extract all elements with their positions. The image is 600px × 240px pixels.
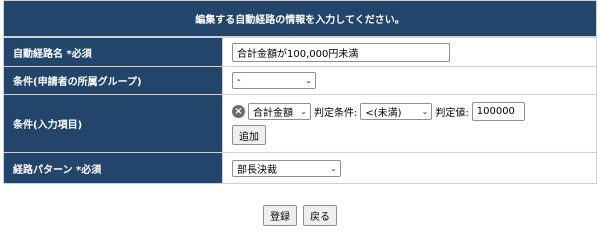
condition-group-selected: -	[237, 75, 241, 86]
judge-condition-label: 判定条件:	[314, 108, 358, 119]
condition-field-selected: 合計金額	[253, 108, 293, 119]
chevron-down-icon: ⌄	[305, 76, 312, 85]
route-pattern-selected: 部長決裁	[237, 164, 277, 176]
row-route-name: 自動経路名 *必須	[3, 37, 597, 67]
chevron-down-icon: ⌄	[330, 163, 337, 173]
condition-line: × 合計金額 ⌄ 判定条件: <(未満) ⌄ 判定値:	[232, 102, 596, 121]
route-edit-form: 編集する自動経路の情報を入力してください。 自動経路名 *必須 条件(申請者の所…	[3, 0, 597, 184]
row-route-pattern: 経路パターン *必須 部長決裁 ⌄	[3, 152, 597, 184]
route-name-label: 自動経路名 *必須	[3, 37, 223, 67]
chevron-down-icon: ⌄	[300, 107, 307, 116]
form-table: 自動経路名 *必須 条件(申請者の所属グループ) - ⌄ 条件(入力項目) × …	[3, 37, 597, 184]
form-header-title: 編集する自動経路の情報を入力してください。	[195, 15, 405, 26]
chevron-down-icon: ⌄	[421, 107, 429, 116]
route-pattern-label: 経路パターン *必須	[3, 152, 223, 184]
route-name-input[interactable]	[232, 42, 450, 62]
back-button[interactable]: 戻る	[303, 205, 337, 226]
judge-value-input[interactable]	[471, 102, 525, 121]
route-pattern-select[interactable]: 部長決裁 ⌄	[232, 159, 341, 177]
row-condition-group: 条件(申請者の所属グループ) - ⌄	[3, 66, 597, 95]
remove-condition-icon[interactable]: ×	[232, 105, 245, 118]
add-condition-button[interactable]: 追加	[232, 125, 266, 145]
judge-condition-selected: <(未満)	[365, 108, 402, 119]
judge-condition-select[interactable]: <(未満) ⌄	[360, 103, 433, 120]
condition-group-label: 条件(申請者の所属グループ)	[3, 66, 223, 95]
condition-input-label: 条件(入力項目)	[3, 94, 223, 153]
row-condition-input: 条件(入力項目) × 合計金額 ⌄ 判定条件: <(未満) ⌄ 判定値: 100…	[3, 94, 597, 153]
condition-field-select[interactable]: 合計金額 ⌄	[248, 103, 311, 120]
form-header: 編集する自動経路の情報を入力してください。	[3, 0, 597, 37]
condition-group-select[interactable]: - ⌄	[232, 72, 316, 89]
register-button[interactable]: 登録	[263, 205, 297, 226]
form-actions: 登録 戻る	[0, 205, 600, 226]
judge-value-label: 判定値:	[435, 108, 469, 119]
